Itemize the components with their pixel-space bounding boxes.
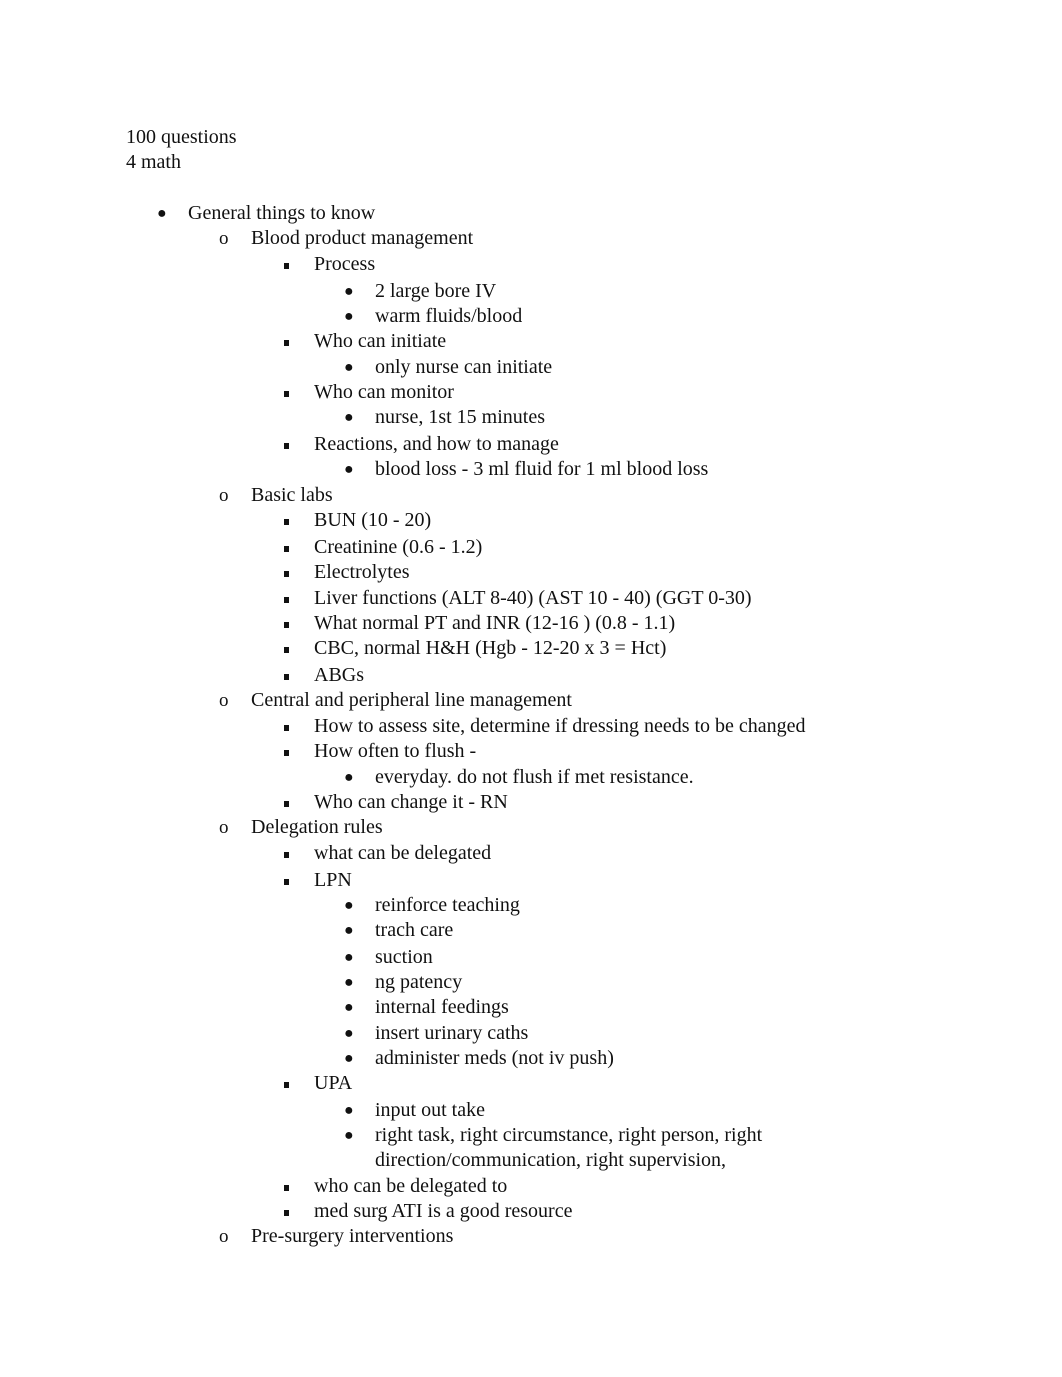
outline-item-level-4: only nurse can initiate [375,356,553,378]
bullet-square-icon [284,571,289,577]
bullet-square-icon [284,674,289,680]
bullet-square-icon [284,263,289,269]
outline-item-level-3: What normal PT and INR (12-16 ) (0.8 - 1… [314,612,676,634]
bullet-square-icon [284,852,289,858]
outline-item-level-3: UPA [314,1072,353,1094]
bullet-square-icon [284,647,289,653]
bullet-dot-icon: ● [344,1102,354,1119]
outline-item-level-3: Who can initiate [314,330,447,352]
bullet-circle-icon: o [219,690,229,711]
outline-item-level-3: ABGs [314,664,365,686]
bullet-square-icon [284,1210,289,1216]
outline-item-level-4: internal feedings [375,996,509,1018]
outline-item-level-4: blood loss - 3 ml fluid for 1 ml blood l… [375,458,709,480]
outline-item-level-4: administer meds (not iv push) [375,1047,614,1069]
outline-item-level-2: Central and peripheral line management [251,689,572,711]
header-line-math: 4 math [126,151,181,173]
outline-item-level-4: ng patency [375,971,463,993]
bullet-dot-icon: ● [344,283,354,300]
bullet-dot-icon: ● [344,461,354,478]
outline-item-level-3: CBC, normal H&H (Hgb - 12-20 x 3 = Hct) [314,637,667,659]
bullet-square-icon [284,622,289,628]
outline-item-level-4: trach care [375,919,454,941]
bullet-square-icon [284,750,289,756]
bullet-square-icon [284,879,289,885]
bullet-dot-icon: ● [344,949,354,966]
bullet-square-icon [284,801,289,807]
bullet-square-icon [284,443,289,449]
outline-item-level-4: reinforce teaching [375,894,520,916]
outline-item-level-3: How often to flush - [314,740,477,762]
outline-item-level-3: Liver functions (ALT 8-40) (AST 10 - 40)… [314,587,752,609]
outline-item-level-2: Basic labs [251,484,333,506]
bullet-square-icon [284,519,289,525]
bullet-square-icon [284,391,289,397]
outline-item-level-4: right task, right circumstance, right pe… [375,1124,763,1146]
outline-item-level-4: warm fluids/blood [375,305,523,327]
bullet-dot-icon: ● [157,205,167,222]
outline-item-level-3: who can be delegated to [314,1175,508,1197]
header-line-questions: 100 questions [126,126,237,148]
outline-item-level-4: 2 large bore IV [375,280,497,302]
bullet-dot-icon: ● [344,1127,354,1144]
outline-item-level-3: Who can change it - RN [314,791,508,813]
bullet-square-icon [284,1185,289,1191]
bullet-dot-icon: ● [344,409,354,426]
bullet-dot-icon: ● [344,897,354,914]
outline-item-level-2: Pre-surgery interventions [251,1225,454,1247]
outline-item-level-2: Delegation rules [251,816,383,838]
outline-item-continuation: direction/communication, right supervisi… [375,1149,727,1171]
outline-item-level-3: LPN [314,869,352,891]
bullet-square-icon [284,725,289,731]
bullet-dot-icon: ● [344,999,354,1016]
outline-item-level-3: what can be delegated [314,842,492,864]
bullet-dot-icon: ● [344,359,354,376]
outline-item-level-3: BUN (10 - 20) [314,509,432,531]
bullet-dot-icon: ● [344,769,354,786]
outline-item-level-4: suction [375,946,433,968]
outline-item-level-4: nurse, 1st 15 minutes [375,406,545,428]
outline-item-level-4: everyday. do not flush if met resistance… [375,766,694,788]
bullet-dot-icon: ● [344,922,354,939]
bullet-square-icon [284,1082,289,1088]
outline-item-level-3: Creatinine (0.6 - 1.2) [314,536,483,558]
outline-item-level-3: med surg ATI is a good resource [314,1200,573,1222]
outline-item-level-3: Electrolytes [314,561,410,583]
outline-item-level-4: input out take [375,1099,485,1121]
bullet-dot-icon: ● [344,974,354,991]
outline-item-level-3: Who can monitor [314,381,454,403]
bullet-dot-icon: ● [344,1050,354,1067]
bullet-circle-icon: o [219,1226,229,1247]
bullet-square-icon [284,546,289,552]
outline-item-level-3: Reactions, and how to manage [314,433,559,455]
bullet-dot-icon: ● [344,1025,354,1042]
bullet-circle-icon: o [219,485,229,506]
bullet-circle-icon: o [219,817,229,838]
bullet-dot-icon: ● [344,308,354,325]
outline-item-level-3: Process [314,253,376,275]
bullet-square-icon [284,597,289,603]
outline-item-level-1: General things to know [188,202,376,224]
outline-item-level-2: Blood product management [251,227,474,249]
outline-item-level-3: How to assess site, determine if dressin… [314,715,806,737]
bullet-square-icon [284,340,289,346]
outline-item-level-4: insert urinary caths [375,1022,529,1044]
document-page: 100 questions 4 math ● General things to … [0,0,1062,1377]
bullet-circle-icon: o [219,228,229,249]
